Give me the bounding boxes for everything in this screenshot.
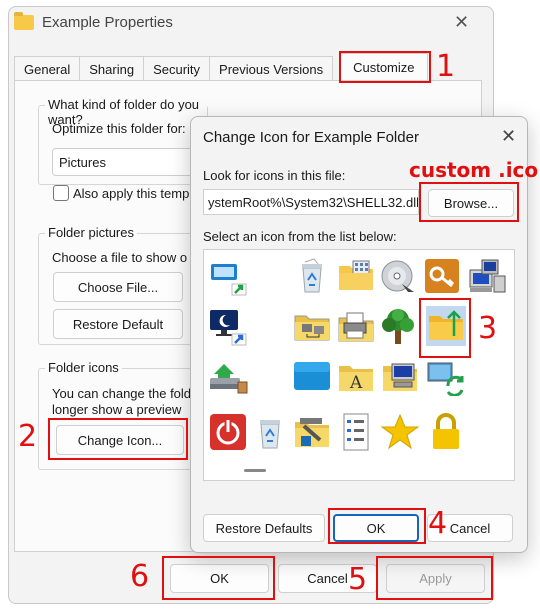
monitor-sleep-shortcut-icon[interactable] <box>208 306 248 346</box>
annotation-4: 4 <box>428 506 448 541</box>
window-shortcut-icon[interactable] <box>208 256 248 296</box>
highlight-change-icon <box>48 418 188 460</box>
look-for-label: Look for icons in this file: <box>203 168 346 183</box>
folder-icons-description-2: longer show a preview <box>52 402 182 417</box>
folder-icons-group-label: Folder icons <box>45 360 122 375</box>
close-icon[interactable]: ✕ <box>454 12 469 33</box>
folder-pictures-description: Choose a file to show o <box>52 250 188 265</box>
icon-list[interactable]: A <box>203 249 515 481</box>
annotation-1: 1 <box>436 49 456 84</box>
annotation-5: 5 <box>348 562 368 597</box>
star-icon[interactable] <box>380 412 420 452</box>
optimize-select[interactable]: Pictures <box>52 148 202 176</box>
monitor-sync-icon[interactable] <box>426 356 466 397</box>
icon-list-scrollbar[interactable] <box>244 469 266 472</box>
tab-previous-versions[interactable]: Previous Versions <box>209 56 334 81</box>
server-list-icon[interactable] <box>336 412 376 452</box>
properties-title: Example Properties <box>42 13 173 31</box>
folder-computer-icon[interactable] <box>380 356 420 396</box>
annotation-6: 6 <box>130 559 150 594</box>
folder-grid-icon[interactable] <box>336 256 376 296</box>
tab-security[interactable]: Security <box>143 56 211 81</box>
svg-text:A: A <box>349 373 363 393</box>
select-icon-label: Select an icon from the list below: <box>203 229 397 244</box>
tab-sharing[interactable]: Sharing <box>79 56 145 81</box>
icon-file-path-input[interactable]: ystemRoot%\System32\SHELL32.dll <box>203 189 419 215</box>
key-icon[interactable] <box>422 256 462 296</box>
optimize-label: Optimize this folder for: <box>52 121 186 136</box>
folder-pictures-group-label: Folder pictures <box>45 225 137 240</box>
highlight-selected-icon <box>419 298 471 358</box>
highlight-dialog-ok <box>328 508 426 544</box>
dialog-close-icon[interactable]: ✕ <box>501 126 516 147</box>
power-icon[interactable] <box>208 412 248 452</box>
annotation-3: 3 <box>478 311 498 346</box>
folder-font-icon[interactable]: A <box>336 356 376 396</box>
folder-network-icon[interactable] <box>292 306 332 346</box>
restore-defaults-button[interactable]: Restore Defaults <box>203 514 325 542</box>
apply-subfolders-checkbox[interactable] <box>53 185 69 201</box>
folder-icons-description-1: You can change the fold <box>52 386 192 401</box>
highlight-browse <box>419 182 519 222</box>
cd-disc-icon[interactable] <box>378 256 418 296</box>
folder-printer-icon[interactable] <box>336 306 376 346</box>
annotation-2: 2 <box>18 419 38 454</box>
restore-default-button[interactable]: Restore Default <box>53 309 183 339</box>
recycle-bin-empty-icon[interactable] <box>250 412 290 452</box>
tree-icon[interactable] <box>378 306 418 346</box>
highlight-apply <box>376 556 493 600</box>
tab-general[interactable]: General <box>14 56 81 81</box>
drive-eject-icon[interactable] <box>208 356 248 396</box>
computer-network-icon[interactable] <box>468 256 508 296</box>
annotation-custom-ico: custom .ico <box>409 158 539 182</box>
folder-icon <box>14 11 34 30</box>
highlight-ok <box>162 556 275 600</box>
properties-title-bar: Example Properties <box>14 11 173 32</box>
highlight-customize-tab <box>339 51 431 83</box>
dialog-title: Change Icon for Example Folder <box>203 129 419 146</box>
padlock-icon[interactable] <box>426 412 466 452</box>
apply-subfolders-label: Also apply this temp <box>73 186 190 201</box>
recycle-bin-full-icon[interactable] <box>292 256 332 296</box>
panel-icon[interactable] <box>292 356 332 396</box>
folder-tools-icon[interactable] <box>292 412 332 452</box>
choose-file-button[interactable]: Choose File... <box>53 272 183 302</box>
